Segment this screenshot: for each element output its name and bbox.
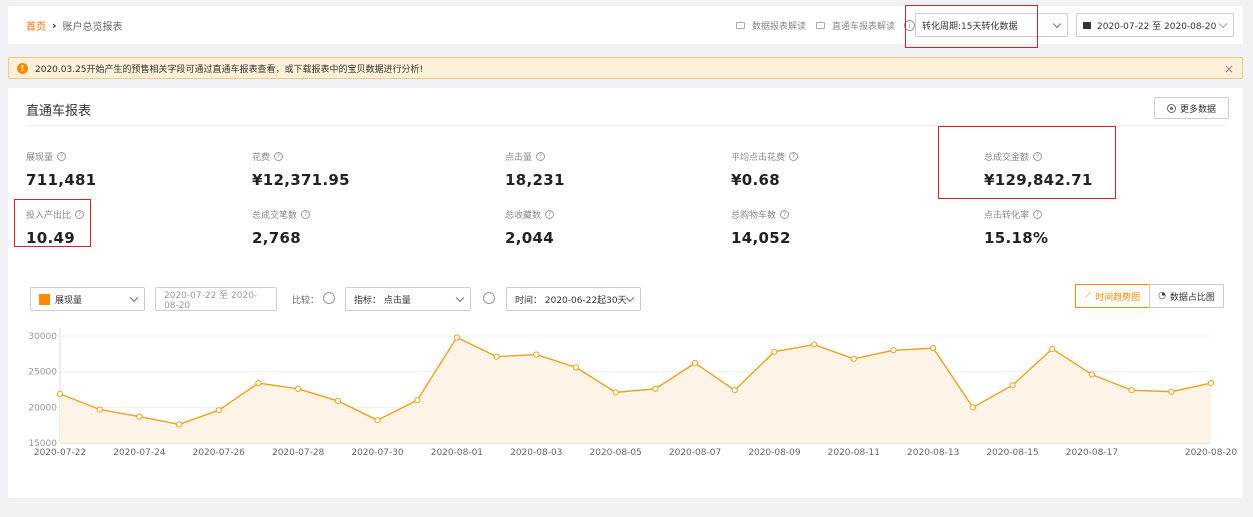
data-point: [175, 421, 183, 428]
x-tick-label: 2020-08-17: [1066, 448, 1118, 458]
x-tick-label: 2020-08-09: [748, 448, 801, 458]
warning-icon: !: [17, 62, 28, 74]
y-tick-label: 30000: [28, 332, 57, 342]
data-report-guide-link[interactable]: 数据报表解读: [752, 19, 806, 32]
data-point: [969, 404, 976, 411]
x-tick-label: 2020-07-28: [272, 448, 325, 458]
screen-icon: [816, 22, 826, 29]
y-tick-label: 25000: [28, 368, 57, 378]
data-point: [295, 385, 302, 392]
data-point: [96, 406, 103, 413]
x-tick-label: 2020-07-30: [351, 448, 404, 458]
calendar-icon: [1083, 21, 1091, 29]
breadcrumb-home-link[interactable]: 首页: [26, 18, 46, 33]
breadcrumb: 首页 › 账户总览报表: [26, 18, 123, 33]
close-icon[interactable]: ×: [1224, 62, 1234, 76]
ztc-report-guide-link[interactable]: 直通车报表解读: [832, 19, 895, 32]
breadcrumb-current: 账户总览报表: [62, 22, 123, 33]
trend-chart: 150002000025000300002020-07-22 2020-07-24…: [28, 328, 1238, 458]
data-point: [652, 385, 659, 392]
data-point: [255, 379, 262, 387]
data-point: [334, 397, 341, 405]
x-tick-label: 2020-08-15: [986, 448, 1038, 458]
x-tick-label: 2020-08-01: [431, 448, 483, 458]
data-point: [56, 390, 64, 397]
data-point: [1207, 379, 1215, 387]
data-point: [572, 364, 580, 371]
chevron-right-icon: ›: [52, 19, 57, 32]
x-tick-label: 2020-08-13: [907, 448, 959, 458]
data-point: [890, 347, 897, 354]
date-range-value: 2020-07-22 至 2020-08-20: [1097, 21, 1217, 32]
data-point: [811, 341, 818, 348]
data-point: [136, 413, 143, 420]
data-point: [1009, 382, 1016, 389]
x-tick-label: 2020-08-20: [1185, 448, 1238, 458]
data-point: [533, 351, 540, 358]
x-tick-label: 2020-08-11: [828, 448, 880, 458]
screen-icon: [736, 22, 745, 29]
data-point: [612, 389, 619, 396]
y-tick-label: 20000: [28, 403, 57, 413]
data-point: [731, 387, 738, 394]
report-links: 数据报表解读 直通车报表解读 i: [736, 19, 916, 32]
x-tick-label: 2020-08-03: [510, 448, 562, 458]
report-panel: 直通车报表 更多数据 展现量? 711,481 花费? ¥12,371.95 点…: [8, 88, 1243, 498]
data-point: [930, 345, 937, 352]
x-tick-label: 2020-07-22: [34, 448, 86, 458]
data-point: [1049, 345, 1056, 352]
x-tick-label: 2020-08-07: [669, 448, 721, 458]
date-range-picker[interactable]: 2020-07-22 至 2020-08-20: [1076, 13, 1234, 37]
data-point: [850, 355, 857, 362]
chevron-down-icon: [1218, 19, 1228, 29]
data-point: [1168, 388, 1175, 395]
data-point: [414, 397, 421, 404]
highlight-box: [905, 5, 1038, 48]
data-point: [771, 348, 778, 355]
data-point: [215, 407, 222, 414]
chevron-down-icon: [1052, 19, 1062, 29]
data-point: [493, 353, 500, 360]
top-bar: 首页 › 账户总览报表 数据报表解读 直通车报表解读 i 转化周期:15天转化数…: [8, 6, 1243, 44]
x-tick-label: 2020-08-05: [589, 448, 641, 458]
notice-text: 2020.03.25开始产生的预售相关字段可通过直通车报表查看，或下载报表中的宝…: [35, 64, 424, 75]
notice-banner: ! 2020.03.25开始产生的预售相关字段可通过直通车报表查看，或下载报表中…: [8, 57, 1243, 79]
data-point: [1088, 371, 1096, 378]
data-point: [374, 417, 381, 424]
data-point: [453, 334, 460, 341]
x-tick-label: 2020-07-26: [193, 448, 246, 458]
data-point: [1128, 387, 1135, 394]
x-tick-label: 2020-07-24: [113, 448, 166, 458]
data-point: [691, 360, 699, 367]
